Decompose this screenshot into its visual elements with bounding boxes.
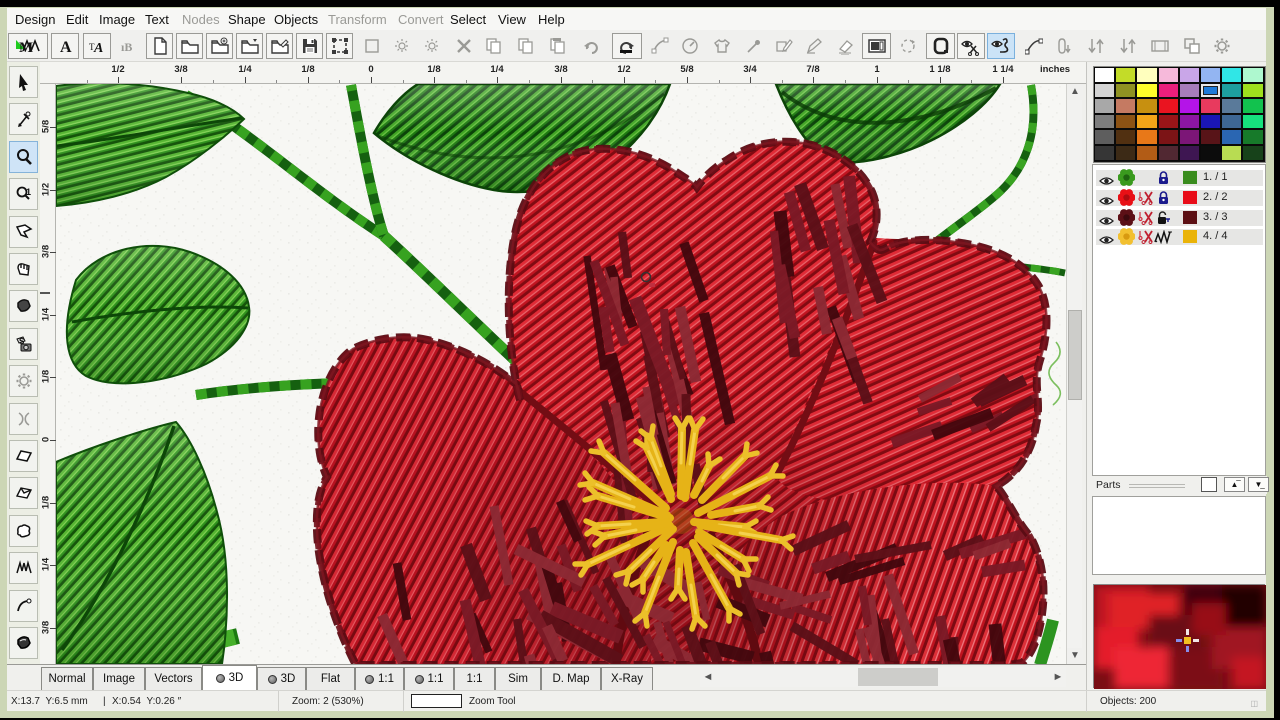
- svg-text:ıB: ıB: [121, 40, 132, 54]
- svg-text:A: A: [93, 41, 103, 55]
- svg-text:1: 1: [26, 187, 31, 197]
- svg-text:A: A: [60, 39, 72, 55]
